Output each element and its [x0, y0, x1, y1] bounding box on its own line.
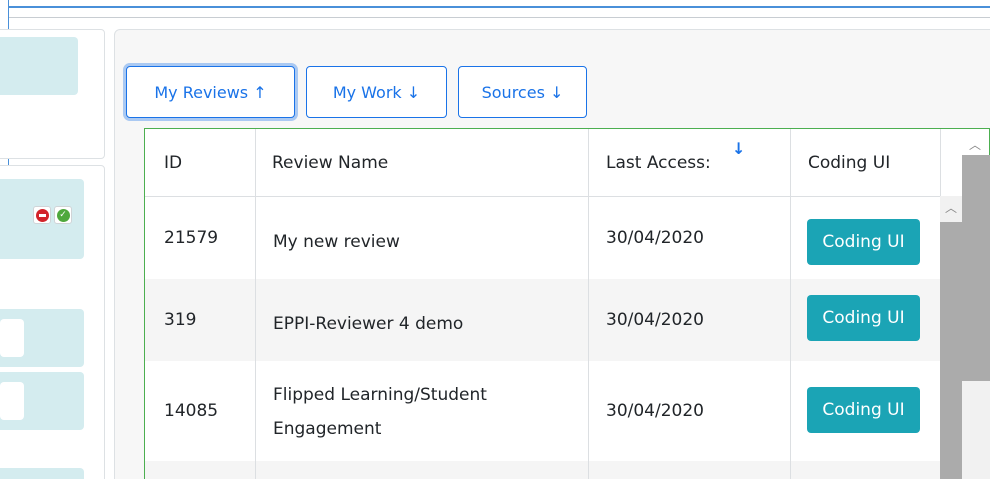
- tab-my-reviews[interactable]: My Reviews ↑: [126, 66, 295, 118]
- review-link-line2[interactable]: Engagement: [273, 417, 381, 441]
- sort-desc-icon[interactable]: ↓: [732, 139, 745, 158]
- left-info-box: [0, 37, 78, 95]
- check-icon[interactable]: ✓: [54, 206, 72, 224]
- window-frame-top: [8, 0, 990, 8]
- coding-ui-button[interactable]: Coding UI: [807, 219, 920, 265]
- header-id[interactable]: ID: [145, 129, 255, 197]
- cell-id: 14085: [164, 401, 219, 421]
- table-row: [145, 461, 945, 479]
- header-review-name[interactable]: Review Name: [255, 129, 588, 197]
- left-item[interactable]: [0, 372, 84, 430]
- scroll-up-icon[interactable]: ︿: [961, 136, 989, 152]
- coding-ui-button[interactable]: Coding UI: [807, 295, 920, 341]
- review-link[interactable]: EPPI-Reviewer 4 demo: [273, 283, 463, 365]
- inner-scrollbar-thumb[interactable]: [940, 222, 962, 479]
- outer-scrollbar-thumb[interactable]: [962, 155, 990, 381]
- left-item[interactable]: [0, 468, 84, 479]
- scroll-up-icon[interactable]: ︿: [940, 199, 962, 217]
- cell-last-access: 30/04/2020: [606, 228, 704, 248]
- cell-id: 319: [164, 310, 197, 330]
- divider: [8, 17, 990, 18]
- header-last-access[interactable]: Last Access:: [588, 129, 790, 197]
- status-icons: ✓: [33, 206, 72, 224]
- coding-ui-button[interactable]: Coding UI: [807, 387, 920, 433]
- header-coding-ui[interactable]: Coding UI: [790, 129, 940, 197]
- reviews-grid: ID Review Name Last Access: Coding UI 21…: [144, 128, 990, 479]
- left-item[interactable]: [0, 309, 84, 367]
- tab-sources[interactable]: Sources ↓: [458, 66, 587, 118]
- review-link[interactable]: Flipped Learning/Student: [273, 383, 487, 407]
- review-link[interactable]: My new review: [273, 201, 400, 283]
- tab-my-work[interactable]: My Work ↓: [306, 66, 447, 118]
- cell-last-access: 30/04/2020: [606, 310, 704, 330]
- cell-id: 21579: [164, 228, 219, 248]
- cell-last-access: 30/04/2020: [606, 401, 704, 421]
- stop-icon[interactable]: [33, 206, 51, 224]
